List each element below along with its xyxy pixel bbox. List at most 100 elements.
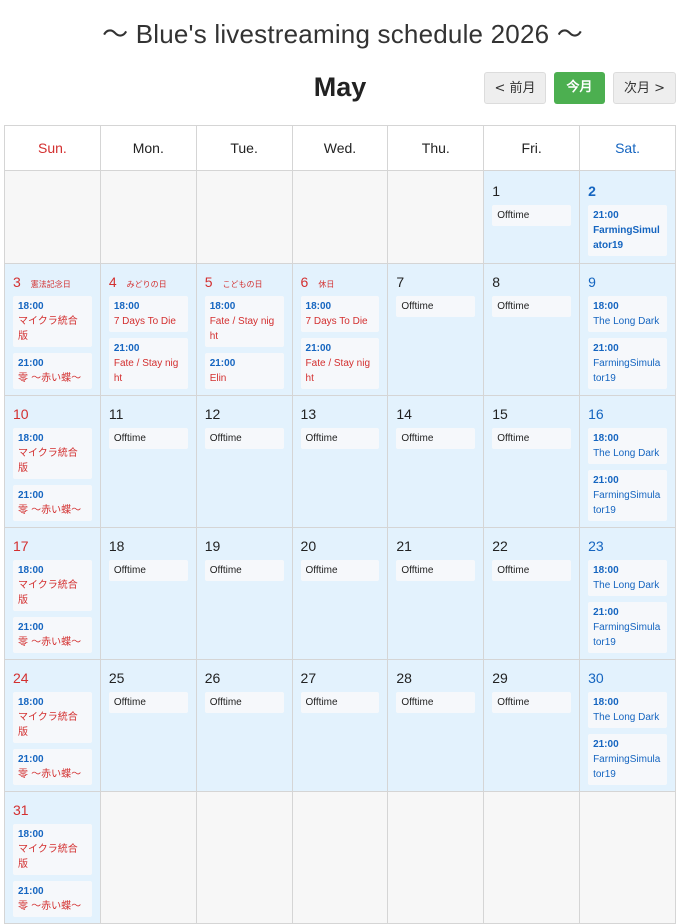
event-item[interactable]: 21:00 FarmingSimulator19 <box>588 338 667 389</box>
day-cell-2[interactable]: 2 21:00 FarmingSimulator19 <box>579 170 676 264</box>
event-item[interactable]: 18:00 マイクラ統合版 <box>13 428 92 479</box>
day-cell-10[interactable]: 10 18:00 マイクラ統合版 21:00 零 〜赤い蝶〜 <box>4 395 101 528</box>
day-cell-5[interactable]: 5 こどもの日 18:00 Fate / Stay night 21:00 Elin <box>195 263 293 396</box>
event-item[interactable]: 21:00 FarmingSimulator19 <box>588 205 667 256</box>
event-offtime[interactable]: Offtime <box>492 560 572 581</box>
day-cell-25[interactable]: 25 Offtime <box>99 659 197 792</box>
day-cell-18[interactable]: 18 Offtime <box>99 527 197 660</box>
event-item[interactable]: 18:00 Fate / Stay night <box>204 296 284 347</box>
day-cell-8[interactable]: 8 Offtime <box>483 263 581 396</box>
event-offtime[interactable]: Offtime <box>396 428 476 449</box>
day-cell-17[interactable]: 17 18:00 マイクラ統合版 21:00 零 〜赤い蝶〜 <box>4 527 101 660</box>
event-offtime[interactable]: Offtime <box>492 692 572 713</box>
event-item[interactable]: 21:00 零 〜赤い蝶〜 <box>13 485 92 521</box>
day-cell-3[interactable]: 3 憲法記念日 18:00 マイクラ統合版 21:00 零 〜赤い蝶〜 <box>4 263 101 396</box>
current-month-button[interactable]: 今月 <box>554 72 605 104</box>
day-cell-9[interactable]: 9 18:00 The Long Dark 21:00 FarmingSimulat… <box>579 263 676 396</box>
day-cell-20[interactable]: 20 Offtime <box>291 527 389 660</box>
event-offtime[interactable]: Offtime <box>396 296 476 317</box>
event-title: 零 〜赤い蝶〜 <box>18 637 82 648</box>
event-item[interactable]: 18:00 マイクラ統合版 <box>13 560 92 611</box>
day-cell-22[interactable]: 22 Offtime <box>483 527 581 660</box>
day-number: 12 <box>204 406 221 422</box>
day-cell-26[interactable]: 26 Offtime <box>195 659 293 792</box>
event-item[interactable]: 21:00 零 〜赤い蝶〜 <box>13 353 92 389</box>
event-item[interactable]: 21:00 Fate / Stay night <box>108 338 188 389</box>
day-number: 19 <box>204 538 221 554</box>
event-item[interactable]: 18:00 The Long Dark <box>588 560 667 596</box>
day-cell-11[interactable]: 11 Offtime <box>99 395 197 528</box>
event-offtime[interactable]: Offtime <box>204 692 284 713</box>
event-item[interactable]: 21:00 FarmingSimulator19 <box>588 734 667 785</box>
event-time: 21:00 <box>18 490 44 501</box>
event-item[interactable]: 21:00 零 〜赤い蝶〜 <box>13 881 92 917</box>
day-cell-15[interactable]: 15 Offtime <box>483 395 581 528</box>
event-offtime[interactable]: Offtime <box>108 560 188 581</box>
day-number: 28 <box>396 670 412 686</box>
event-offtime[interactable]: Offtime <box>108 692 188 713</box>
day-number: 18 <box>108 538 125 554</box>
day-cell-24[interactable]: 24 18:00 マイクラ統合版 21:00 零 〜赤い蝶〜 <box>4 659 101 792</box>
event-offtime[interactable]: Offtime <box>492 428 572 449</box>
next-month-button[interactable]: 次月 > <box>613 72 676 104</box>
event-item[interactable]: 18:00 7 Days To Die <box>300 296 380 332</box>
day-cell-29[interactable]: 29 Offtime <box>483 659 581 792</box>
event-item[interactable]: 21:00 FarmingSimulator19 <box>588 602 667 653</box>
event-item[interactable]: 21:00 零 〜赤い蝶〜 <box>13 617 92 653</box>
event-item[interactable]: 21:00 Fate / Stay night <box>300 338 380 389</box>
day-cell-28[interactable]: 28 Offtime <box>387 659 485 792</box>
day-cell-21[interactable]: 21 Offtime <box>387 527 485 660</box>
day-number: 31 <box>13 802 29 818</box>
event-item[interactable]: 18:00 マイクラ統合版 <box>13 692 92 743</box>
day-cell-4[interactable]: 4 みどりの日 18:00 7 Days To Die 21:00 Fate / St… <box>99 263 197 396</box>
event-item[interactable]: 18:00 マイクラ統合版 <box>13 296 92 347</box>
event-offtime[interactable]: Offtime <box>204 428 284 449</box>
event-offtime[interactable]: Offtime <box>300 428 380 449</box>
event-offtime[interactable]: Offtime <box>396 560 476 581</box>
day-cell-27[interactable]: 27 Offtime <box>291 659 389 792</box>
day-cell-6[interactable]: 6 休日 18:00 7 Days To Die 21:00 Fate / Stay … <box>291 263 389 396</box>
event-item[interactable]: 21:00 FarmingSimulator19 <box>588 470 667 521</box>
day-cell-16[interactable]: 16 18:00 The Long Dark 21:00 FarmingSimula… <box>579 395 676 528</box>
day-cell-1[interactable]: 1 Offtime <box>483 170 581 264</box>
event-item[interactable]: 18:00 The Long Dark <box>588 296 667 332</box>
weekday-header-row: Sun. Mon. Tue. Wed. Thu. Fri. Sat. <box>4 125 676 171</box>
event-offtime[interactable]: Offtime <box>300 692 380 713</box>
day-cell-19[interactable]: 19 Offtime <box>195 527 293 660</box>
day-cell-13[interactable]: 13 Offtime <box>291 395 389 528</box>
event-item[interactable]: 21:00 零 〜赤い蝶〜 <box>13 749 92 785</box>
event-offtime[interactable]: Offtime <box>492 205 572 226</box>
event-offtime[interactable]: Offtime <box>492 296 572 317</box>
event-title: 零 〜赤い蝶〜 <box>18 505 82 516</box>
event-time: 18:00 <box>593 697 619 708</box>
day-number: 10 <box>13 406 29 422</box>
event-title: The Long Dark <box>593 448 660 459</box>
event-item[interactable]: 18:00 マイクラ統合版 <box>13 824 92 875</box>
event-offtime[interactable]: Offtime <box>396 692 476 713</box>
day-cell-7[interactable]: 7 Offtime <box>387 263 485 396</box>
event-offtime[interactable]: Offtime <box>108 428 188 449</box>
holiday-label: こどもの日 <box>222 280 263 289</box>
day-cell-14[interactable]: 14 Offtime <box>387 395 485 528</box>
event-offtime[interactable]: Offtime <box>204 560 284 581</box>
empty-cell <box>195 170 293 264</box>
event-item[interactable]: 18:00 7 Days To Die <box>108 296 188 332</box>
event-offtime[interactable]: Offtime <box>300 560 380 581</box>
weekday-tue: Tue. <box>195 125 293 171</box>
event-item[interactable]: 21:00 Elin <box>204 353 284 389</box>
day-number: 7 <box>396 274 405 290</box>
day-cell-12[interactable]: 12 Offtime <box>195 395 293 528</box>
event-time: 21:00 <box>593 343 619 354</box>
holiday-label: 憲法記念日 <box>30 280 71 289</box>
event-title: FarmingSimulator19 <box>593 490 661 516</box>
weekday-mon: Mon. <box>99 125 197 171</box>
prev-month-button[interactable]: < 前月 <box>484 72 546 104</box>
holiday-label: 休日 <box>318 280 335 289</box>
event-item[interactable]: 18:00 The Long Dark <box>588 692 667 728</box>
event-item[interactable]: 18:00 The Long Dark <box>588 428 667 464</box>
event-title: FarmingSimulator19 <box>593 622 661 648</box>
day-cell-23[interactable]: 23 18:00 The Long Dark 21:00 FarmingSimula… <box>579 527 676 660</box>
day-cell-31[interactable]: 31 18:00 マイクラ統合版 21:00 零 〜赤い蝶〜 <box>4 791 101 924</box>
weekday-fri: Fri. <box>483 125 581 171</box>
day-cell-30[interactable]: 30 18:00 The Long Dark 21:00 FarmingSimula… <box>579 659 676 792</box>
